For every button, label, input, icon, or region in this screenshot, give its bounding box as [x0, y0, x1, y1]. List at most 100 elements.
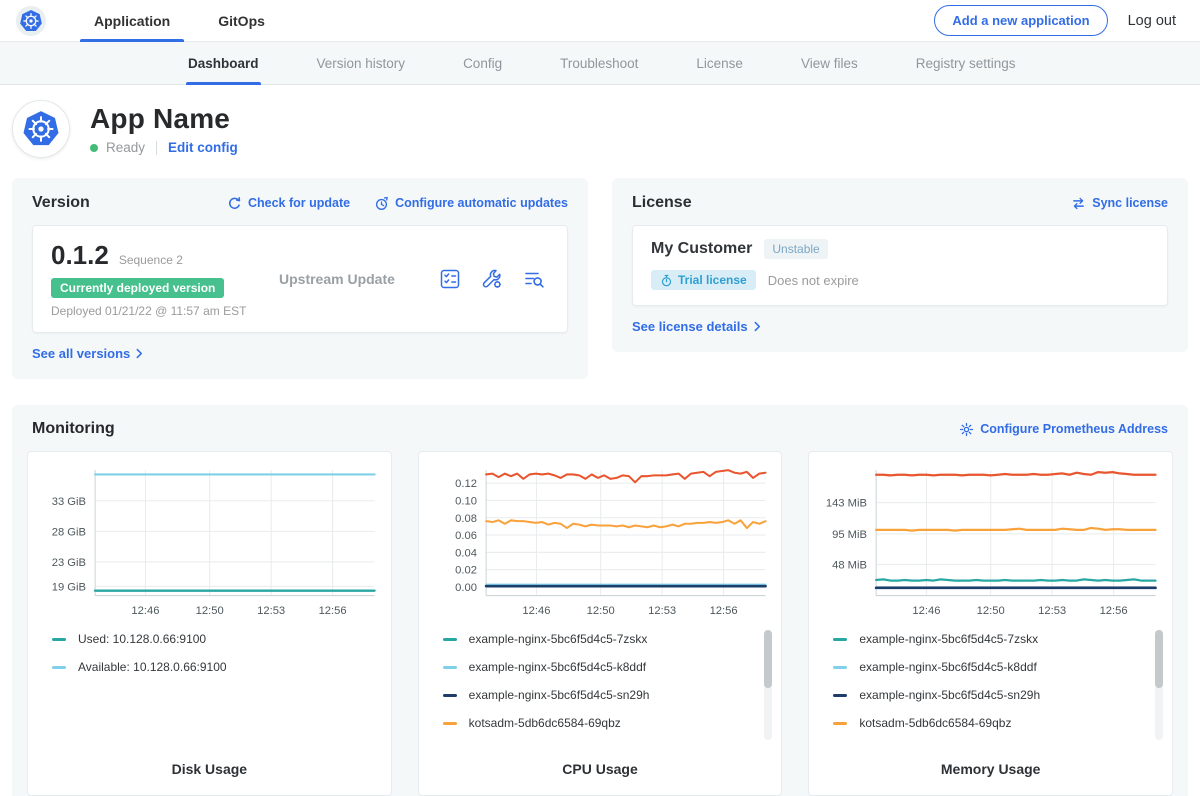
see-all-versions-link[interactable]: See all versions — [32, 346, 143, 361]
charts-row: 12:46 12:50 12:53 12:56 33 GiB 28 GiB 23 GiB 19… — [27, 451, 1173, 796]
legend-scrollbar-thumb[interactable] — [764, 630, 772, 688]
configure-prometheus-link[interactable]: Configure Prometheus Address — [959, 422, 1168, 437]
deploy-logs-search-icon[interactable] — [523, 268, 545, 290]
svg-text:48 MiB: 48 MiB — [832, 559, 867, 571]
disk-usage-chart-title: Disk Usage — [36, 751, 383, 795]
see-license-details-link[interactable]: See license details — [632, 319, 761, 334]
tab-dashboard[interactable]: Dashboard — [188, 42, 259, 84]
svg-text:19 GiB: 19 GiB — [52, 581, 86, 593]
legend-color-dash — [443, 694, 457, 697]
legend-color-dash — [443, 666, 457, 669]
sync-license-link[interactable]: Sync license — [1071, 196, 1168, 211]
legend-item: Available: 10.128.0.66:9100 — [52, 653, 383, 681]
app-header: App Name Ready Edit config — [0, 85, 1200, 174]
trial-license-badge: Trial license — [651, 270, 756, 290]
legend-color-dash — [833, 666, 847, 669]
monitoring-title: Monitoring — [32, 420, 115, 438]
svg-text:0.04: 0.04 — [455, 547, 477, 559]
svg-text:0.02: 0.02 — [455, 565, 477, 577]
tab-view-files[interactable]: View files — [801, 42, 858, 84]
topnav-right: Add a new application Log out — [934, 0, 1176, 41]
check-for-update-label: Check for update — [248, 196, 350, 210]
summary-cards-row: Version Check for update — [0, 174, 1200, 379]
cpu-usage-chart-card: 12:4612:5012:5312:560.120.100.080.060.04… — [418, 451, 783, 796]
monitoring-header: Monitoring Configure Prometheus Address — [27, 420, 1173, 438]
add-application-button[interactable]: Add a new application — [934, 5, 1107, 36]
memory-usage-chart-title: Memory Usage — [817, 751, 1164, 795]
legend-label: Used: 10.128.0.66:9100 — [78, 632, 206, 646]
legend-color-dash — [443, 722, 457, 725]
svg-text:28 GiB: 28 GiB — [52, 526, 86, 538]
svg-text:12:46: 12:46 — [913, 605, 941, 617]
legend-label: kotsadm-5db6dc6584-69qbz — [859, 716, 1011, 730]
app-icon — [12, 100, 70, 158]
monitoring-section: Monitoring Configure Prometheus Address … — [12, 405, 1188, 796]
tab-license[interactable]: License — [696, 42, 743, 84]
customer-name: My Customer — [651, 240, 752, 258]
legend-scrollbar-track[interactable] — [764, 630, 772, 740]
page-title: App Name — [90, 103, 238, 135]
legend-color-dash — [52, 666, 66, 669]
svg-text:12:56: 12:56 — [1100, 605, 1128, 617]
svg-text:12:46: 12:46 — [131, 605, 159, 617]
svg-text:12:46: 12:46 — [522, 605, 550, 617]
cpu-usage-legend: example-nginx-5bc6f5d4c5-7zskxexample-ng… — [443, 625, 774, 743]
configure-automatic-updates-link[interactable]: Configure automatic updates — [374, 196, 568, 211]
license-details-card: My Customer Unstable Trial license Does … — [632, 225, 1168, 306]
view-config-checklist-icon[interactable] — [439, 268, 461, 290]
troubleshoot-wrench-gear-icon[interactable] — [481, 268, 503, 290]
legend-color-dash — [833, 694, 847, 697]
edit-config-link[interactable]: Edit config — [168, 140, 238, 155]
legend-label: example-nginx-5bc6f5d4c5-k8ddf — [859, 660, 1036, 674]
disk-usage-chart: 12:4612:5012:5312:5633 GiB28 GiB23 GiB19… — [36, 462, 383, 623]
sequence-label: Sequence 2 — [119, 253, 183, 267]
check-for-update-link[interactable]: Check for update — [227, 196, 350, 211]
legend-item: example-nginx-5bc6f5d4c5-k8ddf — [833, 653, 1164, 681]
legend-scrollbar-thumb[interactable] — [1155, 630, 1163, 688]
legend-item: example-nginx-5bc6f5d4c5-7zskx — [833, 625, 1164, 653]
legend-item: example-nginx-5bc6f5d4c5-sn29h — [833, 681, 1164, 709]
topnav-tab-application[interactable]: Application — [70, 0, 194, 41]
kubernetes-logo-icon[interactable] — [16, 6, 46, 36]
chevron-right-icon — [754, 321, 761, 332]
svg-text:23 GiB: 23 GiB — [52, 557, 86, 569]
svg-text:12:50: 12:50 — [977, 605, 1005, 617]
dashboard-main: Version Check for update — [0, 174, 1200, 796]
see-all-versions-row: See all versions — [32, 346, 568, 361]
svg-text:12:56: 12:56 — [709, 605, 737, 617]
svg-text:95 MiB: 95 MiB — [832, 529, 867, 541]
tab-troubleshoot[interactable]: Troubleshoot — [560, 42, 638, 84]
version-info: 0.1.2 Sequence 2 Currently deployed vers… — [51, 240, 269, 318]
disk-usage-legend: Used: 10.128.0.66:9100 Available: 10.128.… — [52, 625, 383, 743]
legend-scrollbar-track[interactable] — [1155, 630, 1163, 740]
cpu-usage-chart: 12:4612:5012:5312:560.120.100.080.060.04… — [427, 462, 774, 623]
topnav-tabs: Application GitOps — [70, 0, 289, 41]
legend-label: example-nginx-5bc6f5d4c5-7zskx — [859, 632, 1038, 646]
disk-usage-chart-card: 12:4612:5012:5312:5633 GiB28 GiB23 GiB19… — [27, 451, 392, 796]
legend-item: example-nginx-5bc6f5d4c5-sn29h — [443, 681, 774, 709]
version-action-icons — [439, 268, 549, 290]
version-card-actions: Check for update Configure automatic upd… — [227, 196, 568, 211]
channel-badge: Unstable — [764, 239, 827, 259]
memory-usage-chart-card: 12:4612:5012:5312:56143 MiB95 MiB48 MiB … — [808, 451, 1173, 796]
refresh-icon — [227, 196, 242, 211]
tab-config[interactable]: Config — [463, 42, 502, 84]
tab-registry-settings[interactable]: Registry settings — [916, 42, 1016, 84]
license-card-header: License Sync license — [632, 194, 1168, 212]
tab-version-history[interactable]: Version history — [317, 42, 406, 84]
gear-icon — [959, 422, 974, 437]
license-card-title: License — [632, 194, 692, 212]
chevron-right-icon — [136, 348, 143, 359]
app-status-row: Ready Edit config — [90, 140, 238, 155]
svg-text:0.08: 0.08 — [455, 513, 477, 525]
svg-text:33 GiB: 33 GiB — [52, 496, 86, 508]
license-expiry: Does not expire — [768, 273, 859, 288]
topnav-tab-gitops[interactable]: GitOps — [194, 0, 289, 41]
svg-text:12:53: 12:53 — [648, 605, 676, 617]
legend-label: Available: 10.128.0.66:9100 — [78, 660, 227, 674]
svg-text:0.00: 0.00 — [455, 582, 477, 594]
legend-item: kotsadm-5db6dc6584-69qbz — [443, 709, 774, 737]
topnav-tab-gitops-label: GitOps — [218, 13, 265, 29]
logout-button[interactable]: Log out — [1128, 13, 1176, 29]
see-license-details-label: See license details — [632, 319, 748, 334]
